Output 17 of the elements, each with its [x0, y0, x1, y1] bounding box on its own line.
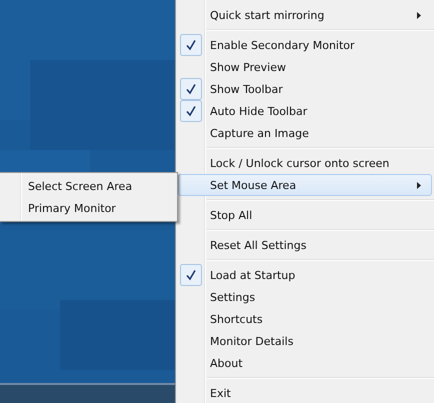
menu-item[interactable]: Load at Startup [178, 264, 432, 286]
menu-item[interactable]: Monitor Details [178, 330, 432, 352]
menu-item[interactable]: Settings [178, 286, 432, 308]
menu-item[interactable]: Lock / Unlock cursor onto screen [178, 152, 432, 174]
menu-item[interactable]: Enable Secondary Monitor [178, 34, 432, 56]
menu-item[interactable]: Quick start mirroring [178, 4, 432, 26]
menu-item[interactable]: Set Mouse Area [178, 174, 432, 196]
menu-item[interactable]: Shortcuts [178, 308, 432, 330]
menu-item[interactable]: Auto Hide Toolbar [178, 100, 432, 122]
menu-item[interactable]: Capture an Image [178, 122, 432, 144]
submenu-item[interactable]: Select Screen Area [0, 175, 175, 197]
menu-item[interactable]: Stop All [178, 204, 432, 226]
menu-item[interactable]: About [178, 352, 432, 374]
submenu-item[interactable]: Primary Monitor [0, 197, 175, 219]
menu-item[interactable]: Show Toolbar [178, 78, 432, 100]
menu-item[interactable]: Show Preview [178, 56, 432, 78]
menu-item[interactable]: Reset All Settings [178, 234, 432, 256]
